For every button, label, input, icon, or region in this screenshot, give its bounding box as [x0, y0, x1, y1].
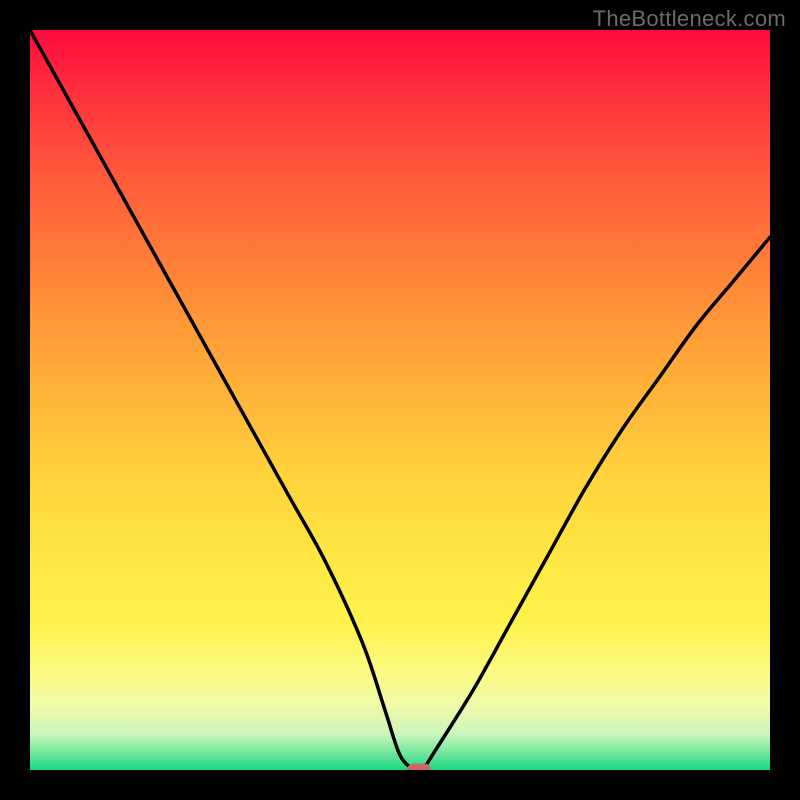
bottleneck-curve [30, 30, 770, 770]
chart-frame: TheBottleneck.com [0, 0, 800, 800]
bottleneck-marker [407, 764, 431, 771]
watermark-text: TheBottleneck.com [593, 6, 786, 32]
plot-area [30, 30, 770, 770]
